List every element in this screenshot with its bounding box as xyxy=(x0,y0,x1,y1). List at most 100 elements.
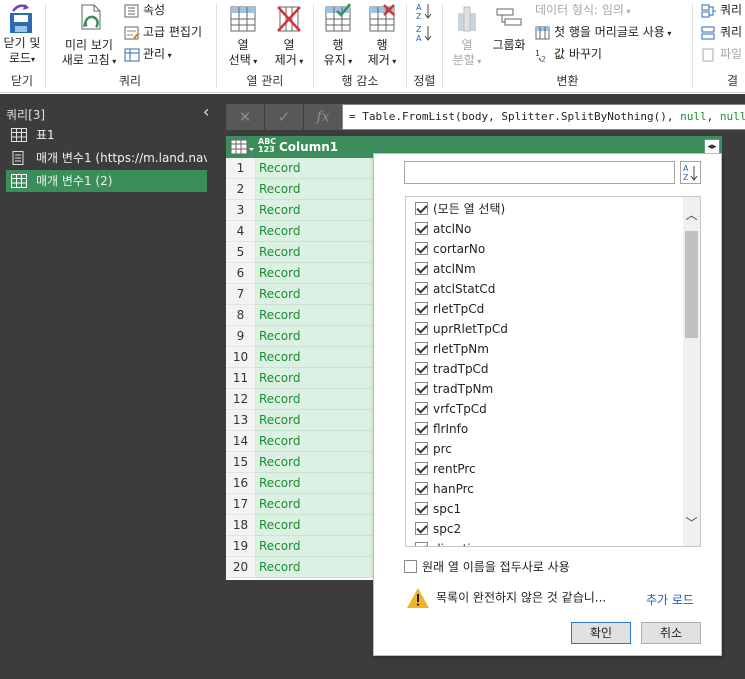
row-number[interactable]: 4 xyxy=(226,221,256,242)
choose-columns-label-1: 열 xyxy=(237,38,249,52)
row-number[interactable]: 8 xyxy=(226,305,256,326)
checkbox[interactable] xyxy=(415,382,428,395)
column-checkbox-item[interactable]: flrInfo xyxy=(415,419,468,439)
query-item-parameter1-2[interactable]: 매개 변수1 (2) xyxy=(6,170,207,192)
column-checkbox-item[interactable]: spc1 xyxy=(415,499,461,519)
checkbox[interactable] xyxy=(415,202,428,215)
cancel-button[interactable]: 취소 xyxy=(641,622,701,644)
row-number[interactable]: 12 xyxy=(226,389,256,410)
row-number[interactable]: 19 xyxy=(226,536,256,557)
manage-button[interactable]: 관리 ▾ xyxy=(124,44,172,64)
table-menu-icon[interactable] xyxy=(230,139,256,155)
use-first-row-as-headers-button[interactable]: 첫 행을 머리글로 사용 ▾ xyxy=(535,22,671,42)
checkbox[interactable] xyxy=(415,542,428,546)
checkbox[interactable] xyxy=(415,422,428,435)
scroll-thumb[interactable] xyxy=(685,231,698,338)
checkbox[interactable] xyxy=(415,302,428,315)
scroll-up-icon[interactable]: ︿ xyxy=(685,207,698,223)
vertical-scrollbar[interactable]: ︿ ﹀ xyxy=(683,197,700,546)
group-by-button[interactable]: 그룹화 xyxy=(487,2,531,53)
checkbox[interactable] xyxy=(415,242,428,255)
use-original-prefix-checkbox[interactable]: 원래 열 이름을 접두사로 사용 xyxy=(404,558,570,575)
checkbox[interactable] xyxy=(415,362,428,375)
row-number[interactable]: 13 xyxy=(226,410,256,431)
column-search-input[interactable] xyxy=(404,161,675,184)
remove-columns-button[interactable]: 열 제거 ▾ xyxy=(267,2,311,69)
checkbox[interactable] xyxy=(404,560,417,573)
checkbox[interactable] xyxy=(415,282,428,295)
row-number[interactable]: 14 xyxy=(226,431,256,452)
row-number[interactable]: 18 xyxy=(226,515,256,536)
remove-rows-button[interactable]: 행 제거 ▾ xyxy=(360,2,404,69)
ok-button[interactable]: 확인 xyxy=(571,622,631,644)
any-type-icon[interactable]: ABC 123 xyxy=(258,138,276,154)
replace-values-button[interactable]: 12 값 바꾸기 xyxy=(535,44,602,64)
combine-files-button[interactable]: 파일 xyxy=(701,44,742,64)
load-more-link[interactable]: 추가 로드 xyxy=(646,591,694,608)
data-type-dropdown[interactable]: 데이터 형식: 임의 ▾ xyxy=(535,0,631,20)
query-item-parameter1[interactable]: 매개 변수1 (https://m.land.nav... xyxy=(6,147,207,169)
column-header-column1[interactable]: Column1 xyxy=(279,136,338,158)
row-number[interactable]: 20 xyxy=(226,557,256,578)
advanced-editor-button[interactable]: 고급 편집기 xyxy=(124,22,202,42)
column-checkbox-item[interactable]: spc2 xyxy=(415,519,461,539)
row-number[interactable]: 10 xyxy=(226,347,256,368)
column-checkbox-item[interactable]: tradTpNm xyxy=(415,379,493,399)
column-checkbox-item[interactable]: hanPrc xyxy=(415,479,474,499)
column-checkbox-item[interactable]: rletTpCd xyxy=(415,299,484,319)
column-checkbox-item[interactable]: rentPrc xyxy=(415,459,476,479)
checkbox[interactable] xyxy=(415,402,428,415)
checkbox[interactable] xyxy=(415,442,428,455)
close-and-load-button[interactable]: 닫기 및 로드▾ xyxy=(2,2,42,67)
scroll-down-icon[interactable]: ﹀ xyxy=(685,515,698,531)
append-queries-button[interactable]: 쿼리 xyxy=(701,22,742,42)
collapse-pane-icon[interactable]: ‹ xyxy=(203,102,209,121)
close-group-label: 닫기 xyxy=(10,74,34,88)
column-checkbox-item[interactable]: atclNm xyxy=(415,259,476,279)
keep-rows-button[interactable]: 행 유지 ▾ xyxy=(316,2,360,69)
column-checkbox-item[interactable]: uprRletTpCd xyxy=(415,319,508,339)
column-checkbox-item[interactable]: rletTpNm xyxy=(415,339,489,359)
split-column-button[interactable]: 열 분할 ▾ xyxy=(447,2,487,69)
sort-ascending-button[interactable]: AZ xyxy=(415,2,433,22)
column-checkbox-item[interactable]: vrfcTpCd xyxy=(415,399,487,419)
fx-icon[interactable]: fx xyxy=(304,104,342,130)
column-checkbox-item[interactable]: direction xyxy=(415,539,486,546)
sort-descending-button[interactable]: ZA xyxy=(415,24,433,44)
commit-formula-icon[interactable]: ✓ xyxy=(265,104,303,130)
properties-button[interactable]: 속성 xyxy=(124,0,165,20)
formula-input[interactable]: = Table.FromList(body, Splitter.SplitByN… xyxy=(342,104,745,130)
column-checkbox-item[interactable]: prc xyxy=(415,439,452,459)
row-number[interactable]: 17 xyxy=(226,494,256,515)
checkbox[interactable] xyxy=(415,262,428,275)
column-checkbox-item[interactable]: (모든 열 선택) xyxy=(415,199,505,219)
checkbox[interactable] xyxy=(415,222,428,235)
checkbox[interactable] xyxy=(415,482,428,495)
row-number[interactable]: 6 xyxy=(226,263,256,284)
query-item-table1[interactable]: 표1 xyxy=(6,124,207,146)
row-number[interactable]: 1 xyxy=(226,158,256,179)
checkbox[interactable] xyxy=(415,322,428,335)
checkbox[interactable] xyxy=(415,502,428,515)
cancel-formula-icon[interactable]: ✕ xyxy=(226,104,264,130)
row-number[interactable]: 2 xyxy=(226,179,256,200)
merge-queries-button[interactable]: 쿼리 xyxy=(701,0,742,20)
choose-columns-button[interactable]: 열 선택 ▾ xyxy=(221,2,265,69)
row-number[interactable]: 3 xyxy=(226,200,256,221)
merge-queries-label: 쿼리 xyxy=(720,3,743,17)
row-number[interactable]: 15 xyxy=(226,452,256,473)
row-number[interactable]: 9 xyxy=(226,326,256,347)
row-number[interactable]: 5 xyxy=(226,242,256,263)
column-checkbox-item[interactable]: tradTpCd xyxy=(415,359,489,379)
checkbox[interactable] xyxy=(415,522,428,535)
column-checkbox-item[interactable]: atclStatCd xyxy=(415,279,495,299)
sort-az-button[interactable]: AZ xyxy=(680,161,701,184)
refresh-preview-button[interactable]: 미리 보기 새로 고침 ▾ xyxy=(54,2,124,69)
checkbox[interactable] xyxy=(415,342,428,355)
row-number[interactable]: 7 xyxy=(226,284,256,305)
column-checkbox-item[interactable]: atclNo xyxy=(415,219,471,239)
column-checkbox-item[interactable]: cortarNo xyxy=(415,239,485,259)
row-number[interactable]: 11 xyxy=(226,368,256,389)
row-number[interactable]: 16 xyxy=(226,473,256,494)
checkbox[interactable] xyxy=(415,462,428,475)
